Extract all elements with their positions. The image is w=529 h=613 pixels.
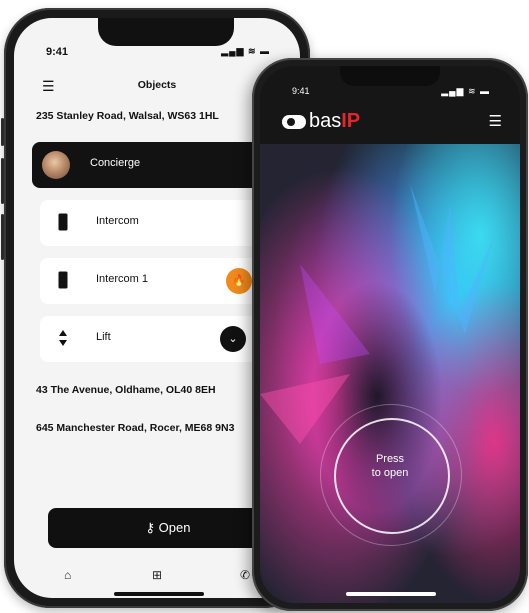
avatar bbox=[42, 151, 70, 179]
notch bbox=[98, 18, 234, 46]
status-icons: ▂▄▆ ≋ ▬ bbox=[221, 46, 270, 56]
fire-icon[interactable]: 🔥 bbox=[226, 268, 252, 294]
list-item-label: Intercom 1 bbox=[96, 273, 148, 285]
home-indicator bbox=[346, 592, 436, 596]
logo-mark-icon bbox=[282, 114, 306, 129]
home-icon[interactable]: ⌂ bbox=[64, 568, 71, 582]
hamburger-icon[interactable]: ☰ bbox=[489, 112, 502, 130]
press-line-1: Press bbox=[375, 453, 405, 465]
list-item-label: Intercom bbox=[96, 215, 139, 227]
press-line-2: to open bbox=[371, 467, 409, 479]
chevron-down-icon[interactable]: ⌄ bbox=[220, 326, 246, 352]
bas-ip-screen: 9:41 ▂▄▆ ≋ ▬ basIP ☰ Press to open bbox=[260, 66, 520, 603]
bas-ip-logo: basIP bbox=[282, 110, 360, 133]
status-time: 9:41 bbox=[292, 86, 310, 96]
key-icon: ⚷ bbox=[145, 520, 156, 535]
status-icons: ▂▄▆ ≋ ▬ bbox=[441, 86, 490, 96]
status-bar: 9:41 ▂▄▆ ≋ ▬ bbox=[292, 86, 490, 96]
intercom-device-icon bbox=[58, 271, 68, 289]
address-heading: 43 The Avenue, Oldhame, OL40 8EH bbox=[36, 384, 216, 396]
volume-down-button bbox=[1, 214, 4, 260]
intercom-device-icon bbox=[58, 213, 68, 231]
address-heading: 235 Stanley Road, Walsal, WS63 1HL bbox=[36, 110, 219, 122]
list-item-label: Concierge bbox=[90, 157, 141, 169]
logo-suffix: IP bbox=[341, 110, 361, 132]
volume-up-button bbox=[1, 158, 4, 204]
lift-arrows-icon bbox=[59, 330, 67, 346]
address-heading: 645 Manchester Road, Rocer, ME68 9N3 bbox=[36, 422, 235, 434]
front-phone: 9:41 ▂▄▆ ≋ ▬ basIP ☰ Press to open bbox=[252, 58, 528, 611]
status-time: 9:41 bbox=[46, 46, 69, 58]
phone-icon[interactable]: ✆ bbox=[240, 568, 250, 582]
plus-square-icon[interactable]: ⊞ bbox=[152, 568, 162, 582]
notch bbox=[340, 66, 440, 86]
home-indicator bbox=[114, 592, 204, 596]
status-bar: 9:41 ▂▄▆ ≋ ▬ bbox=[46, 46, 270, 60]
press-to-open-label: Press to open bbox=[334, 452, 446, 480]
list-item-label: Lift bbox=[96, 331, 111, 343]
mute-switch bbox=[1, 118, 4, 146]
logo-text: bas bbox=[309, 110, 342, 132]
open-button-label: Open bbox=[158, 520, 191, 535]
